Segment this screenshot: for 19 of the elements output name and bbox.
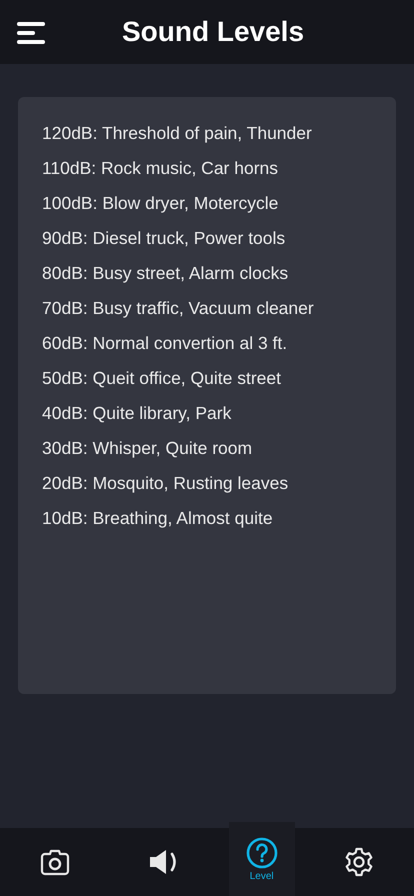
- tab-label: Level: [250, 870, 274, 882]
- menu-icon[interactable]: [17, 22, 45, 44]
- camera-icon: [40, 848, 70, 876]
- level-text: 20dB: Mosquito, Rusting leaves: [42, 472, 290, 495]
- nav-tab[interactable]: Level: [228, 822, 295, 896]
- level-text: 30dB: Whisper, Quite room: [42, 437, 254, 460]
- level-text: 50dB: Queit office, Quite street: [42, 367, 282, 390]
- page-title: Sound Levels: [122, 16, 304, 48]
- level-text: 90dB: Diesel truck, Power tools: [42, 227, 286, 250]
- level-text: 70dB: Busy traffic, Vacuum cleaner: [42, 297, 315, 320]
- level-text: 10dB: Breathing, Almost quite: [42, 507, 274, 530]
- level-text: 60dB: Normal convertion al 3 ft.: [42, 332, 288, 355]
- level-text: 120dB: Threshold of pain, Thunder: [42, 122, 313, 145]
- help-icon: [246, 836, 278, 868]
- level-text: 40dB: Quite library, Park: [42, 402, 232, 425]
- level-text: 80dB: Busy street, Alarm clocks: [42, 262, 290, 285]
- level-text: 110dB: Rock music, Car horns: [42, 157, 280, 180]
- settings-icon: [344, 847, 374, 877]
- level-text: 100dB: Blow dryer, Motercycle: [42, 192, 280, 215]
